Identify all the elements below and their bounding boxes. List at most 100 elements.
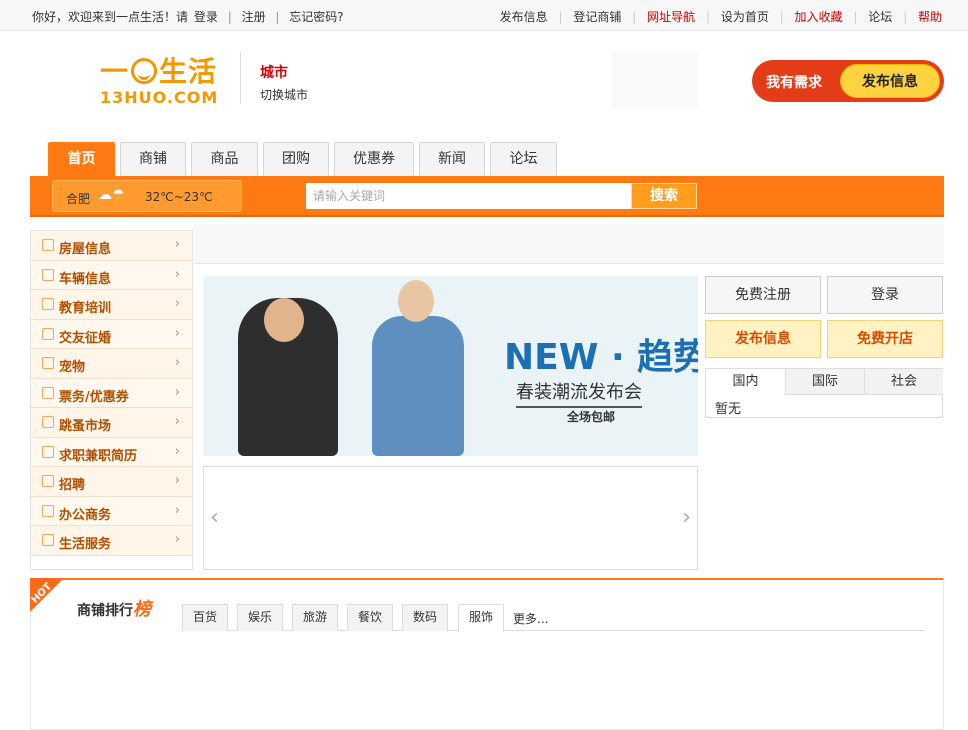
category-label: 票务/优惠券 (59, 389, 129, 405)
tab-products[interactable]: 商品 (191, 142, 258, 176)
cup-icon (42, 534, 54, 546)
book-icon (42, 298, 54, 310)
banner-note: 全场包邮 (567, 410, 616, 424)
chevron-right-icon: › (174, 296, 180, 311)
category-item[interactable]: 交友征婚 › (31, 319, 192, 349)
chevron-right-icon: › (174, 355, 180, 370)
ranking-tab-apparel[interactable]: 服饰 (458, 604, 504, 632)
tab-shops[interactable]: 商铺 (120, 142, 186, 176)
category-label: 教育培训 (59, 301, 112, 316)
search-button[interactable]: 搜索 (631, 183, 697, 209)
free-register-button[interactable]: 免费注册 (705, 276, 821, 314)
post-info-button-side[interactable]: 发布信息 (705, 320, 821, 358)
chevron-right-icon[interactable]: › (682, 505, 691, 530)
top-bar-links: 发布信息 | 登记商铺 | 网址导航 | 设为首页 | 加入收藏 | 论坛 | … (500, 8, 942, 25)
banner-headline: NEW · 趋势 (504, 337, 698, 378)
content-header-strip (194, 224, 944, 264)
top-bar-left: 你好，欢迎来到一点生活！请 登录 | 注册 | 忘记密码? (32, 8, 344, 25)
search-bar: 合肥 ☁☂ 32℃~23℃ 请输入关键词 搜索 (30, 176, 944, 217)
separator: | (903, 10, 908, 24)
category-item[interactable]: 招聘 › (31, 467, 192, 497)
category-item[interactable]: 票务/优惠券 › (31, 378, 192, 408)
login-link[interactable]: 登录 (194, 8, 218, 25)
tab-domestic[interactable]: 国内 (706, 369, 785, 395)
header-divider (240, 52, 241, 104)
promo-banner[interactable]: NEW · 趋势 春装潮流发布会 全场包邮 (204, 276, 698, 456)
city-name: 城市 (260, 65, 288, 81)
add-favorite-link[interactable]: 加入收藏 (795, 8, 843, 25)
hot-badge: HOT (30, 578, 78, 626)
category-label: 求职兼职简历 (59, 448, 138, 464)
smile-icon (131, 58, 158, 84)
monitor-icon (42, 504, 54, 517)
register-shop-link[interactable]: 登记商铺 (573, 8, 621, 25)
switch-city-link[interactable]: 切换城市 (260, 86, 308, 103)
category-item[interactable]: 办公商务 › (31, 496, 192, 526)
chevron-left-icon[interactable]: ‹ (210, 505, 219, 530)
model-man-head (264, 298, 304, 342)
top-bar: 你好，欢迎来到一点生活！请 登录 | 注册 | 忘记密码? 发布信息 | 登记商… (0, 0, 968, 31)
ranking-more-link[interactable]: 更多... (513, 610, 548, 627)
separator: | (275, 10, 280, 24)
separator: | (558, 10, 563, 24)
register-link[interactable]: 注册 (242, 8, 266, 25)
site-logo[interactable]: 一生活 13HUO.COM (100, 40, 230, 110)
need-post-widget: 我有需求 发布信息 (752, 60, 944, 102)
model-woman-head (398, 280, 434, 322)
category-label: 车辆信息 (59, 271, 112, 287)
list-icon (42, 475, 54, 487)
header-placeholder (612, 52, 698, 108)
post-info-link[interactable]: 发布信息 (500, 8, 548, 25)
set-homepage-link[interactable]: 设为首页 (721, 8, 769, 25)
chevron-right-icon: › (174, 443, 180, 459)
ranking-tab-entertainment[interactable]: 娱乐 (237, 604, 283, 631)
tab-forum[interactable]: 论坛 (490, 142, 557, 176)
category-list: 房屋信息 › 车辆信息 › 教育培训 › 交友征婚 › 宠物 › 票务/优惠券 › 跳蚤市场… (30, 230, 193, 570)
category-item[interactable]: 宠物 › (31, 349, 192, 379)
chevron-right-icon: › (174, 325, 180, 341)
open-shop-button[interactable]: 免费开店 (827, 320, 943, 358)
weather-city: 合肥 (66, 192, 91, 206)
forum-link[interactable]: 论坛 (868, 8, 892, 25)
separator: | (853, 10, 858, 24)
category-item[interactable]: 求职兼职简历 › (31, 437, 192, 467)
help-link[interactable]: 帮助 (918, 8, 942, 25)
category-label: 房屋信息 (59, 242, 112, 257)
category-item[interactable]: 车辆信息 › (31, 260, 192, 290)
tab-international[interactable]: 国际 (785, 369, 864, 395)
ranking-tab-food[interactable]: 餐饮 (347, 604, 393, 631)
category-item[interactable]: 跳蚤市场 › (31, 408, 192, 438)
chevron-right-icon: › (174, 414, 180, 429)
url-nav-link[interactable]: 网址导航 (647, 8, 695, 25)
logo-domain: 13HUO.COM (100, 88, 219, 107)
tab-groupbuy[interactable]: 团购 (263, 142, 329, 176)
tab-home[interactable]: 首页 (48, 142, 115, 176)
tab-news[interactable]: 新闻 (419, 142, 485, 176)
ranking-title-em: 榜 (133, 599, 151, 620)
separator: | (227, 10, 232, 24)
banner-subline: 春装潮流发布会 (516, 378, 642, 408)
house-icon (42, 239, 54, 251)
category-item[interactable]: 生活服务 › (31, 526, 192, 556)
tab-society[interactable]: 社会 (864, 369, 943, 395)
category-item[interactable]: 教育培训 › (31, 290, 192, 320)
news-empty-text: 暂无 (715, 402, 742, 417)
category-item[interactable]: 房屋信息 › (31, 231, 192, 261)
bag-icon (42, 416, 54, 428)
category-label: 招聘 (59, 478, 86, 493)
separator: | (632, 10, 637, 24)
search-input[interactable]: 请输入关键词 (306, 183, 632, 209)
post-info-button[interactable]: 发布信息 (840, 64, 940, 98)
model-woman-figure (372, 316, 464, 456)
need-button[interactable]: 我有需求 (766, 72, 822, 92)
tab-coupons[interactable]: 优惠券 (334, 142, 414, 176)
forgot-password-link[interactable]: 忘记密码? (289, 8, 343, 25)
ranking-tab-travel[interactable]: 旅游 (292, 604, 338, 631)
ranking-tab-digital[interactable]: 数码 (402, 604, 448, 631)
ranking-title: 商铺排行榜 (77, 595, 151, 621)
image-slider: ‹ › (203, 466, 698, 570)
chevron-right-icon: › (174, 502, 180, 518)
login-button[interactable]: 登录 (827, 276, 943, 314)
ranking-tab-department[interactable]: 百货 (182, 604, 228, 631)
chevron-right-icon: › (174, 384, 180, 400)
